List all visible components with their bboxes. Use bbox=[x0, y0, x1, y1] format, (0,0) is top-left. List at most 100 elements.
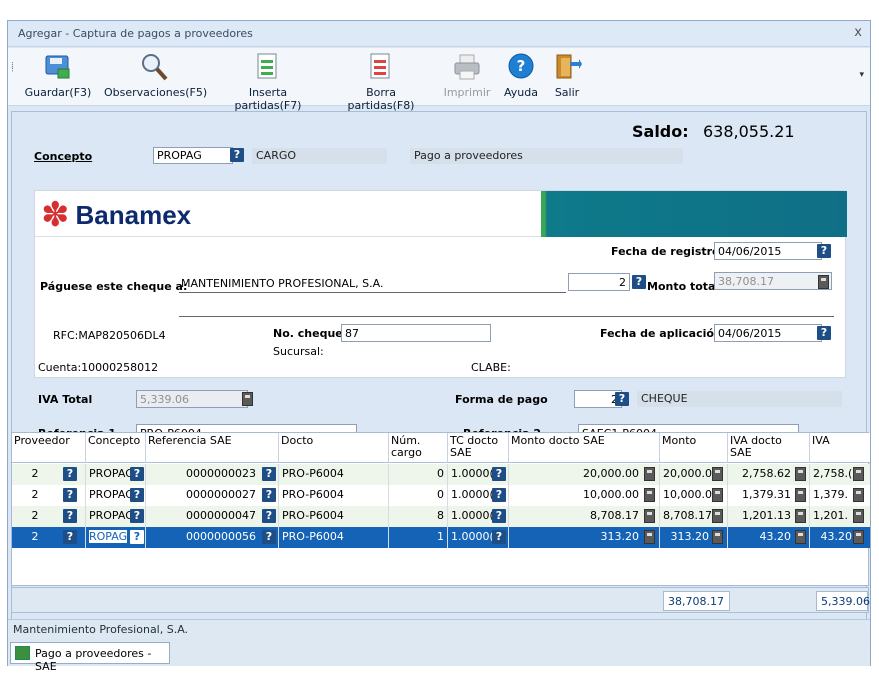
table-row-selected[interactable]: 2 ? ROPAG ? 0000000056 ? PRO-P6004 1 1.0… bbox=[12, 527, 870, 548]
cell-proveedor-value: 2 bbox=[31, 488, 39, 501]
iva-calculator-icon[interactable] bbox=[853, 509, 864, 523]
monto-calculator-icon[interactable] bbox=[712, 530, 723, 544]
forma-pago-label: Forma de pago bbox=[455, 393, 548, 406]
fecha-registro-calendar-icon[interactable]: ? bbox=[817, 244, 831, 258]
concepto-row-help-icon[interactable]: ? bbox=[130, 467, 144, 481]
cell-referencia[interactable]: 0000000023 bbox=[146, 464, 279, 485]
iva-docto-calculator-icon[interactable] bbox=[795, 488, 806, 502]
fecha-registro-field[interactable]: 04/06/2015 bbox=[714, 242, 822, 260]
cell-referencia[interactable]: 0000000047 bbox=[146, 506, 279, 527]
monto-docto-calculator-icon[interactable] bbox=[644, 530, 655, 544]
payee-help-icon[interactable]: ? bbox=[632, 275, 646, 289]
table-row[interactable]: 2 ? PROPAG ? 0000000023 ? PRO-P6004 0 1.… bbox=[12, 464, 870, 485]
help-label: Ayuda bbox=[504, 86, 538, 99]
delete-rows-button[interactable]: Borra partidas(F8) bbox=[332, 52, 430, 112]
cell-docto[interactable]: PRO-P6004 bbox=[279, 527, 389, 548]
observations-button[interactable]: Observaciones(F5) bbox=[104, 52, 207, 99]
proveedor-help-icon[interactable]: ? bbox=[63, 467, 77, 481]
cell-docto[interactable]: PRO-P6004 bbox=[279, 464, 389, 485]
insert-rows-button[interactable]: Inserta partidas(F7) bbox=[216, 52, 320, 112]
concepto-row-help-icon[interactable]: ? bbox=[130, 530, 144, 544]
cell-monto-docto[interactable]: 10,000.00 bbox=[509, 485, 660, 506]
cell-num-cargo[interactable]: 1 bbox=[389, 527, 448, 548]
referencia-help-icon[interactable]: ? bbox=[262, 467, 276, 481]
bank-logo: ✽ Banamex bbox=[41, 197, 191, 233]
iva-calculator-icon[interactable] bbox=[853, 530, 864, 544]
col-monto[interactable]: Monto bbox=[660, 433, 728, 463]
tab-pago-proveedores[interactable]: Pago a proveedores - SAE bbox=[10, 642, 170, 673]
cell-concepto-value[interactable]: ROPAG bbox=[89, 530, 128, 543]
cell-num-cargo[interactable]: 0 bbox=[389, 464, 448, 485]
cell-referencia[interactable]: 0000000027 bbox=[146, 485, 279, 506]
col-num-cargo[interactable]: Núm. cargo bbox=[389, 433, 448, 463]
status-bar: Mantenimiento Profesional, S.A. bbox=[8, 619, 870, 639]
close-icon[interactable]: x bbox=[854, 25, 862, 40]
tc-help-icon[interactable]: ? bbox=[492, 509, 506, 523]
col-monto-docto[interactable]: Monto docto SAE bbox=[509, 433, 660, 463]
table-row[interactable]: 2 ? PROPAG ? 0000000027 ? PRO-P6004 0 1.… bbox=[12, 485, 870, 506]
iva-docto-calculator-icon[interactable] bbox=[795, 509, 806, 523]
calculator-icon[interactable] bbox=[818, 275, 829, 289]
cell-monto-docto[interactable]: 313.20 bbox=[509, 527, 660, 548]
col-referencia-sae[interactable]: Referencia SAE bbox=[146, 433, 279, 463]
bank-header: ✽ Banamex bbox=[35, 191, 847, 237]
concepto-row-help-icon[interactable]: ? bbox=[130, 509, 144, 523]
toolbar-grip-icon[interactable]: ⁝ ⁝ bbox=[11, 62, 14, 75]
col-iva[interactable]: IVA bbox=[810, 433, 870, 463]
monto-docto-calculator-icon[interactable] bbox=[644, 488, 655, 502]
monto-total-field: 38,708.17 bbox=[714, 272, 832, 290]
print-button[interactable]: Imprimir bbox=[440, 52, 494, 99]
col-iva-docto[interactable]: IVA docto SAE bbox=[728, 433, 810, 463]
referencia-help-icon[interactable]: ? bbox=[262, 509, 276, 523]
iva-calculator-icon[interactable] bbox=[242, 392, 253, 406]
iva-calculator-icon[interactable] bbox=[853, 467, 864, 481]
cell-monto-docto[interactable]: 20,000.00 bbox=[509, 464, 660, 485]
cell-proveedor[interactable]: 2 ? bbox=[12, 506, 86, 527]
fecha-aplicacion-calendar-icon[interactable]: ? bbox=[817, 326, 831, 340]
toolbar: ⁝ ⁝ Guardar(F3) Observaciones(F5) Inserta… bbox=[8, 48, 870, 112]
referencia-help-icon[interactable]: ? bbox=[262, 530, 276, 544]
cell-monto-docto[interactable]: 8,708.17 bbox=[509, 506, 660, 527]
col-concepto[interactable]: Concepto bbox=[86, 433, 146, 463]
tc-help-icon[interactable]: ? bbox=[492, 530, 506, 544]
cell-proveedor[interactable]: 2 ? bbox=[12, 527, 86, 548]
iva-docto-calculator-icon[interactable] bbox=[795, 530, 806, 544]
proveedor-help-icon[interactable]: ? bbox=[63, 488, 77, 502]
cell-num-cargo[interactable]: 0 bbox=[389, 485, 448, 506]
cell-docto[interactable]: PRO-P6004 bbox=[279, 506, 389, 527]
cell-docto[interactable]: PRO-P6004 bbox=[279, 485, 389, 506]
table-row[interactable]: 2 ? PROPAG ? 0000000047 ? PRO-P6004 8 1.… bbox=[12, 506, 870, 527]
cell-proveedor[interactable]: 2 ? bbox=[12, 485, 86, 506]
grid-header: Proveedor Concepto Referencia SAE Docto … bbox=[12, 433, 870, 463]
payee-number-field[interactable]: 2 bbox=[568, 273, 630, 291]
col-docto[interactable]: Docto bbox=[279, 433, 389, 463]
iva-docto-calculator-icon[interactable] bbox=[795, 467, 806, 481]
monto-docto-calculator-icon[interactable] bbox=[644, 467, 655, 481]
col-proveedor[interactable]: Proveedor bbox=[12, 433, 86, 463]
forma-pago-help-icon[interactable]: ? bbox=[615, 392, 629, 406]
concepto-row-help-icon[interactable]: ? bbox=[130, 488, 144, 502]
monto-docto-calculator-icon[interactable] bbox=[644, 509, 655, 523]
proveedor-help-icon[interactable]: ? bbox=[63, 509, 77, 523]
save-button[interactable]: Guardar(F3) bbox=[24, 52, 92, 99]
concepto-code-field[interactable]: PROPAG bbox=[153, 147, 233, 164]
toolbar-overflow-icon[interactable]: ▾ bbox=[859, 70, 864, 80]
cell-num-cargo[interactable]: 8 bbox=[389, 506, 448, 527]
proveedor-help-icon[interactable]: ? bbox=[63, 530, 77, 544]
tc-help-icon[interactable]: ? bbox=[492, 467, 506, 481]
fecha-aplicacion-field[interactable]: 04/06/2015 bbox=[714, 324, 822, 342]
monto-calculator-icon[interactable] bbox=[712, 467, 723, 481]
help-button[interactable]: ? Ayuda bbox=[501, 52, 541, 99]
monto-calculator-icon[interactable] bbox=[712, 509, 723, 523]
referencia-help-icon[interactable]: ? bbox=[262, 488, 276, 502]
exit-button[interactable]: Salir bbox=[548, 52, 586, 99]
iva-calculator-icon[interactable] bbox=[853, 488, 864, 502]
concepto-help-icon[interactable]: ? bbox=[230, 148, 244, 162]
no-cheque-label: No. cheque: bbox=[273, 327, 348, 340]
no-cheque-field[interactable]: 87 bbox=[341, 324, 491, 342]
cell-proveedor[interactable]: 2 ? bbox=[12, 464, 86, 485]
col-tc-docto[interactable]: TC docto SAE bbox=[448, 433, 509, 463]
monto-calculator-icon[interactable] bbox=[712, 488, 723, 502]
cell-referencia[interactable]: 0000000056 bbox=[146, 527, 279, 548]
tc-help-icon[interactable]: ? bbox=[492, 488, 506, 502]
